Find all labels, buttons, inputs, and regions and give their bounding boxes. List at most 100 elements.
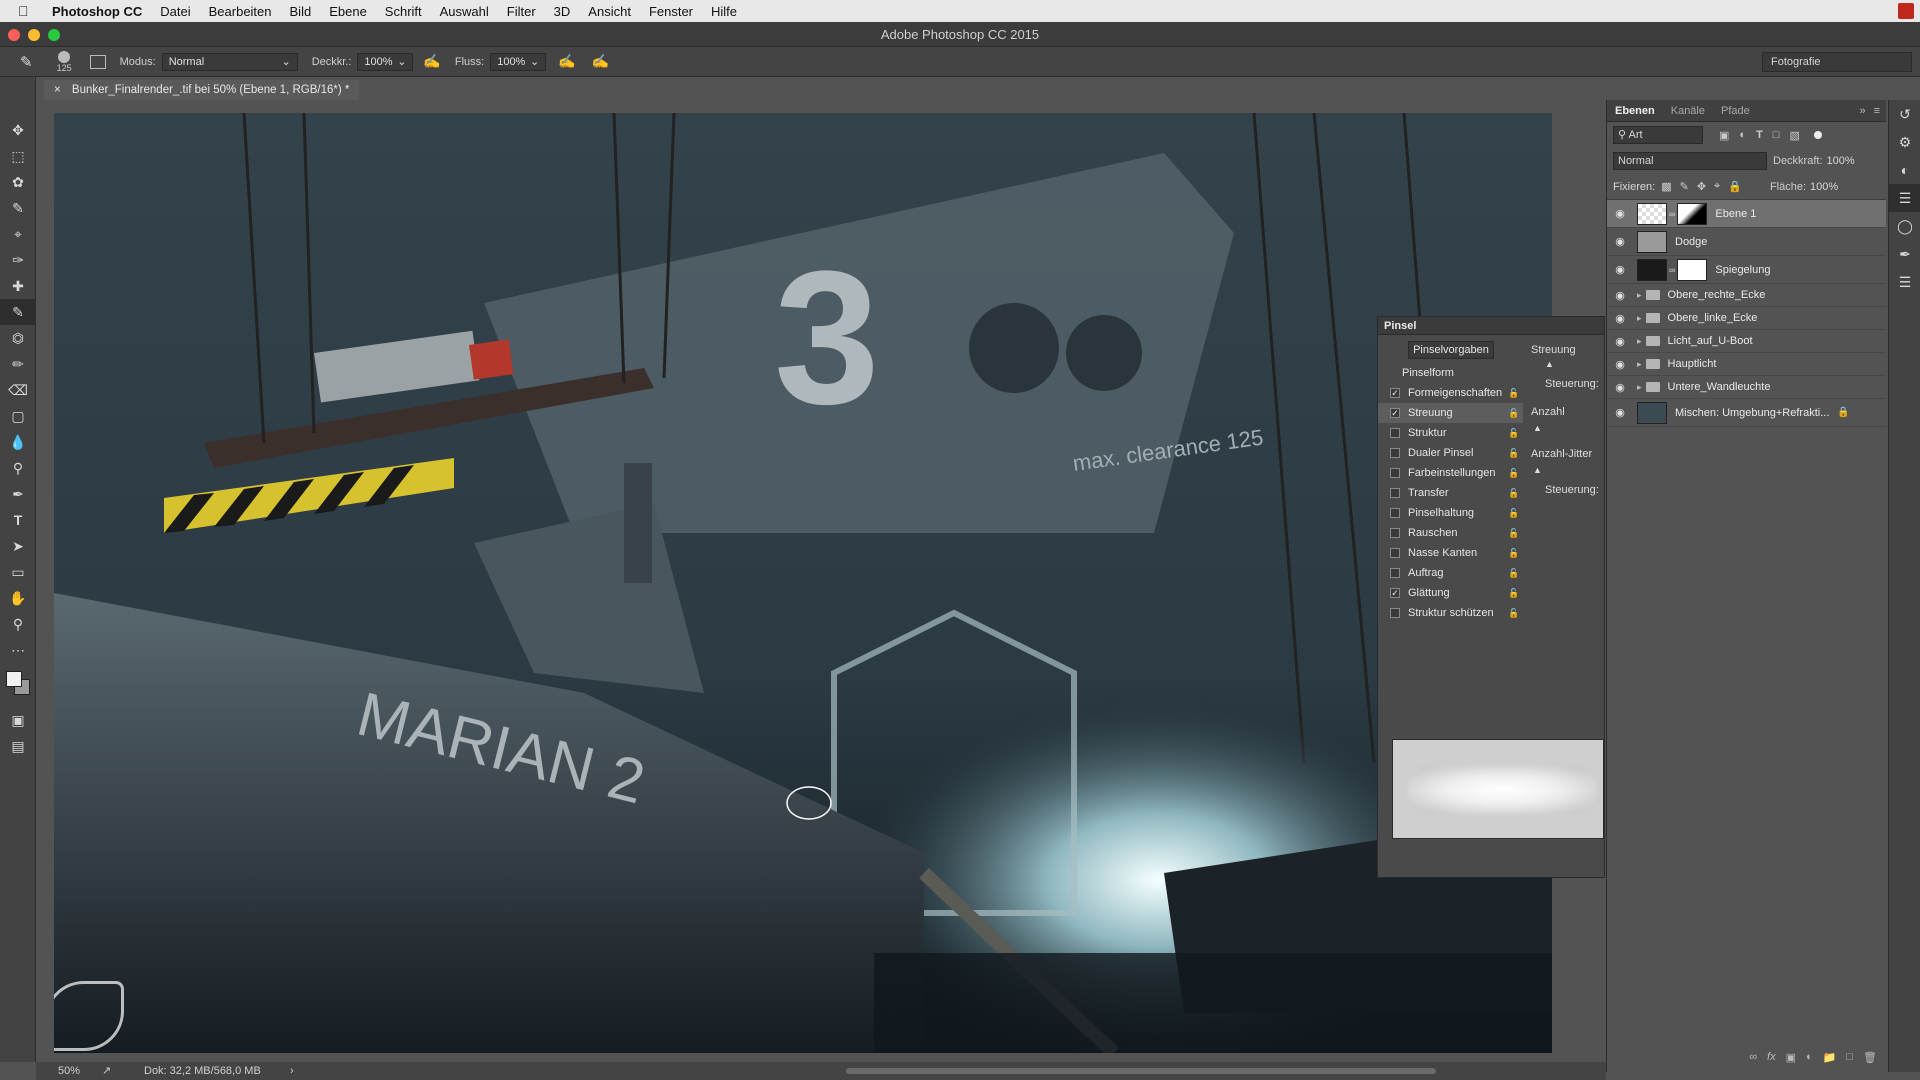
link-icon[interactable]: ∞ [1669,265,1675,275]
layer-row-dodge[interactable]: ◉ Dodge [1607,228,1886,256]
brush-option-rauschen[interactable]: Rauschen 🔓 [1378,523,1523,543]
apple-icon[interactable]:  [18,3,38,19]
adjustment-layer-icon[interactable]: ◐ [1806,1051,1813,1063]
lock-artboard-icon[interactable]: ⌖ [1714,180,1720,193]
streuung-slider[interactable]: ▲ [1531,359,1604,373]
eye-icon[interactable]: ◉ [1607,358,1633,371]
workspace-select[interactable]: Fotografie [1762,52,1912,72]
anzahl-slider[interactable]: ▲ [1531,423,1604,437]
eye-icon[interactable]: ◉ [1607,207,1633,220]
layer-group-licht-auf-u-boot[interactable]: ◉ ▸ Licht_auf_U-Boot [1607,330,1886,353]
adjustments-panel-icon[interactable]: ◐ [1889,156,1920,184]
link-layers-icon[interactable]: ∞ [1749,1051,1757,1063]
opacity-input[interactable]: 100% [1827,155,1855,167]
layer-mask-thumbnail[interactable] [1677,258,1708,281]
lock-position-icon[interactable]: ✥ [1697,180,1706,193]
layer-filter-select[interactable]: ⚲ Art [1613,126,1703,144]
eye-icon[interactable]: ◉ [1607,381,1633,394]
color-swatches[interactable] [0,663,35,707]
eye-icon[interactable]: ◉ [1607,235,1633,248]
layer-group-obere-linke-ecke[interactable]: ◉ ▸ Obere_linke_Ecke [1607,307,1886,330]
document-tab[interactable]: × Bunker_Finalrender_.tif bei 50% (Ebene… [44,80,360,100]
eye-icon[interactable]: ◉ [1607,312,1633,325]
brush-option-struktur-schuetzen[interactable]: Struktur schützen 🔓 [1378,603,1523,623]
checkbox[interactable] [1390,428,1400,438]
eyedropper-tool-icon[interactable]: ✑ [0,247,36,273]
menu-filter[interactable]: Filter [507,4,536,19]
clone-stamp-tool-icon[interactable]: ⏣ [0,325,36,351]
deckkr-input[interactable]: 100% ⌄ [357,52,414,71]
brush-option-formeigenschaften[interactable]: ✓ Formeigenschaften 🔓 [1378,383,1523,403]
checkbox[interactable] [1390,608,1400,618]
brush-preset-picker[interactable]: 125 [57,50,72,73]
layer-row-mischen[interactable]: ◉ Mischen: Umgebung+Refrakti... 🔒 [1607,399,1886,427]
layers-panel-icon[interactable]: ☰ [1889,184,1920,212]
checkbox[interactable] [1390,448,1400,458]
menu-3d[interactable]: 3D [554,4,571,19]
document-size-info[interactable]: Dok: 32,2 MB/568,0 MB [144,1062,261,1080]
new-group-icon[interactable]: 📁 [1823,1051,1837,1064]
menu-bearbeiten[interactable]: Bearbeiten [209,4,272,19]
close-document-icon[interactable]: × [54,84,61,96]
quick-selection-tool-icon[interactable]: ✎ [0,195,36,221]
status-tray-icon[interactable] [1898,3,1914,19]
brush-tool-icon[interactable]: ✎ [20,53,33,71]
menu-bild[interactable]: Bild [290,4,312,19]
slider-thumb-icon[interactable]: ▲ [1545,359,1554,369]
type-tool-icon[interactable]: T [0,507,36,533]
airbrush-icon[interactable]: ✍ [558,53,575,70]
brush-option-glaettung[interactable]: ✓ Glättung 🔓 [1378,583,1523,603]
brush-option-pinselhaltung[interactable]: Pinselhaltung 🔓 [1378,503,1523,523]
chevron-right-icon[interactable]: ▸ [1637,336,1642,347]
menu-fenster[interactable]: Fenster [649,4,693,19]
layer-group-untere-wandleuchte[interactable]: ◉ ▸ Untere_Wandleuchte [1607,376,1886,399]
layer-mask-thumbnail[interactable] [1677,202,1708,225]
pressure-size-icon[interactable]: ✍ [592,53,609,70]
lock-transparency-icon[interactable]: ▩ [1661,180,1671,193]
blur-tool-icon[interactable]: 💧 [0,429,36,455]
menu-schrift[interactable]: Schrift [385,4,422,19]
menu-ebene[interactable]: Ebene [329,4,367,19]
layer-name[interactable]: Spiegelung [1715,264,1770,276]
filter-adjustment-icon[interactable]: ◐ [1739,129,1746,141]
lock-icon[interactable]: 🔓 [1508,428,1519,439]
brush-tool-icon[interactable]: ✎ [0,299,36,325]
filter-toggle-icon[interactable] [1813,131,1822,139]
layer-name[interactable]: Obere_rechte_Ecke [1668,289,1766,301]
checkbox[interactable]: ✓ [1390,388,1400,398]
quick-mask-icon[interactable]: ▣ [0,707,36,733]
minimize-window-button[interactable] [28,29,40,41]
zoom-window-button[interactable] [48,29,60,41]
lock-icon[interactable]: 🔓 [1508,488,1519,499]
rectangle-tool-icon[interactable]: ▭ [0,559,36,585]
layer-name[interactable]: Licht_auf_U-Boot [1668,335,1753,347]
collapse-panel-icon[interactable]: » [1859,105,1865,117]
layer-name[interactable]: Ebene 1 [1715,208,1756,220]
fill-input[interactable]: 100% [1810,181,1838,193]
brush-option-streuung[interactable]: ✓ Streuung 🔓 [1378,403,1523,423]
eraser-tool-icon[interactable]: ⌫ [0,377,36,403]
export-icon[interactable]: ↗ [102,1062,111,1080]
layer-name[interactable]: Mischen: Umgebung+Refrakti... [1675,407,1829,419]
hand-tool-icon[interactable]: ✋ [0,585,36,611]
checkbox[interactable] [1390,568,1400,578]
path-selection-tool-icon[interactable]: ➤ [0,533,36,559]
checkbox[interactable] [1390,488,1400,498]
filter-smartobject-icon[interactable]: ▧ [1789,129,1799,142]
crop-tool-icon[interactable]: ⌖ [0,221,36,247]
lock-icon[interactable]: 🔓 [1508,548,1519,559]
link-icon[interactable]: ∞ [1669,209,1675,219]
lasso-tool-icon[interactable]: ✿ [0,169,36,195]
layer-name[interactable]: Dodge [1675,236,1707,248]
brush-option-farbeinstellungen[interactable]: Farbeinstellungen 🔓 [1378,463,1523,483]
blend-mode-select[interactable]: Normal [1613,152,1767,170]
chevron-right-icon[interactable]: ▸ [1637,313,1642,324]
gradient-tool-icon[interactable]: ▢ [0,403,36,429]
layer-group-obere-rechte-ecke[interactable]: ◉ ▸ Obere_rechte_Ecke [1607,284,1886,307]
paths-panel-icon[interactable]: ✒ [1889,240,1920,268]
modus-select[interactable]: Normal ⌄ [161,52,298,71]
move-tool-icon[interactable]: ✥ [0,117,36,143]
tab-kanaele[interactable]: Kanäle [1663,105,1713,117]
lock-all-icon[interactable]: 🔒 [1728,180,1742,193]
chevron-right-icon[interactable]: ▸ [1637,290,1642,301]
